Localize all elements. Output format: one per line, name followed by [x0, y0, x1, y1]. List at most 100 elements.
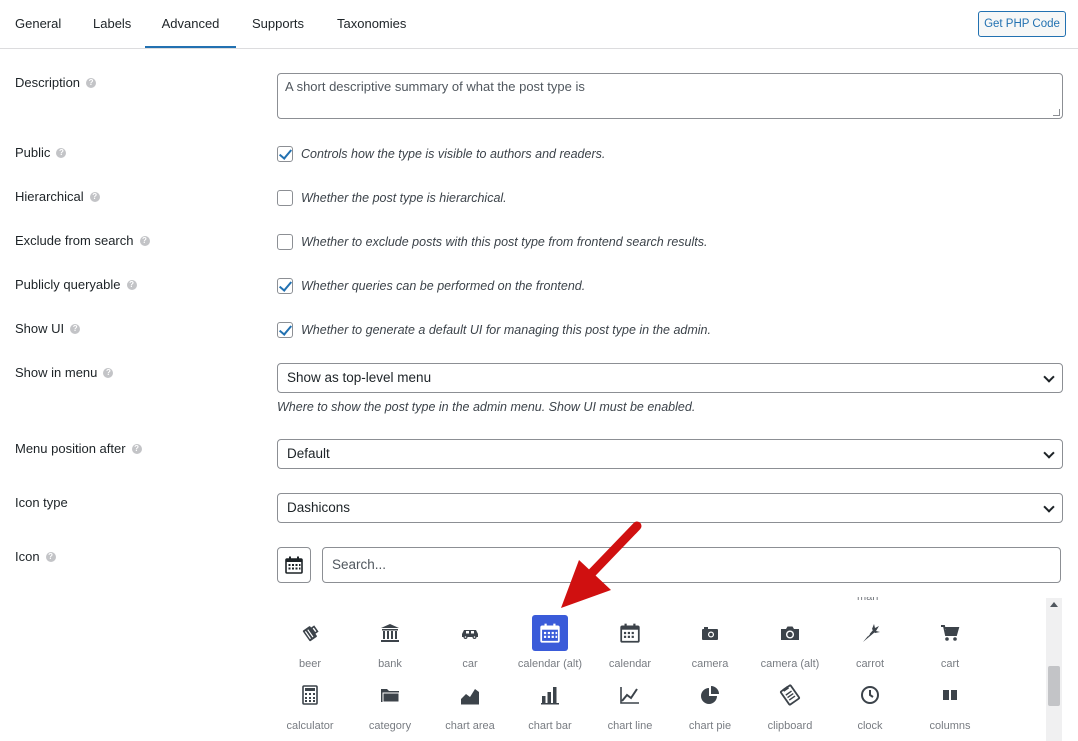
- description-value: A short descriptive summary of what the …: [285, 79, 585, 94]
- publicly-queryable-label-text: Publicly queryable: [15, 277, 121, 292]
- description-label-text: Description: [15, 75, 81, 90]
- tab-bar: General Labels Advanced Supports Taxonom…: [0, 0, 1078, 49]
- icon-option-clock[interactable]: clock: [830, 677, 910, 732]
- icon-option-beer[interactable]: beer: [277, 615, 350, 670]
- show-in-menu-value: Show as top-level menu: [287, 370, 432, 385]
- show-ui-label: Show UI ?: [15, 321, 81, 336]
- icon-option-category[interactable]: category: [350, 677, 430, 732]
- icon-option-name: chart area: [445, 720, 495, 732]
- icon-type-select[interactable]: Dashicons: [277, 493, 1063, 523]
- description-label: Description ?: [15, 75, 97, 90]
- icon-option-calculator[interactable]: calculator: [277, 677, 350, 732]
- help-icon[interactable]: ?: [89, 191, 100, 202]
- icon-search-input[interactable]: Search...: [322, 547, 1061, 583]
- chart-line-icon: [612, 677, 648, 713]
- icon-grid-scrollbar[interactable]: [1046, 598, 1062, 741]
- public-checkbox[interactable]: [277, 146, 293, 162]
- icon-grid: man beer bank car calendar (alt) calenda…: [277, 597, 1063, 741]
- calendar-icon: [612, 615, 648, 651]
- show-ui-checkbox[interactable]: [277, 322, 293, 338]
- publicly-queryable-row: Whether queries can be performed on the …: [277, 278, 585, 294]
- icon-option-name: camera (alt): [760, 658, 820, 670]
- publicly-queryable-label: Publicly queryable ?: [15, 277, 137, 292]
- help-icon[interactable]: ?: [56, 147, 67, 158]
- show-ui-desc: Whether to generate a default UI for man…: [301, 323, 711, 337]
- icon-option-chart-area[interactable]: chart area: [430, 677, 510, 732]
- exclude-search-row: Whether to exclude posts with this post …: [277, 234, 707, 250]
- resize-handle-icon[interactable]: [1053, 109, 1060, 116]
- icon-option-chart-bar[interactable]: chart bar: [510, 677, 590, 732]
- menu-position-label: Menu position after ?: [15, 441, 142, 456]
- hierarchical-checkbox[interactable]: [277, 190, 293, 206]
- scrollbar-thumb[interactable]: [1048, 666, 1060, 706]
- help-icon[interactable]: ?: [45, 551, 56, 562]
- icon-option-name: calendar: [608, 658, 652, 670]
- icon-label: Icon ?: [15, 549, 56, 564]
- help-icon[interactable]: ?: [139, 235, 150, 246]
- public-desc: Controls how the type is visible to auth…: [301, 147, 606, 161]
- hierarchical-desc: Whether the post type is hierarchical.: [301, 191, 507, 205]
- show-in-menu-desc: Where to show the post type in the admin…: [277, 400, 696, 414]
- calendar-alt-icon: [532, 615, 568, 651]
- show-in-menu-label-text: Show in menu: [15, 365, 98, 380]
- icon-option-bank[interactable]: bank: [350, 615, 430, 670]
- hierarchical-row: Whether the post type is hierarchical.: [277, 190, 507, 206]
- icon-option-name: category: [368, 720, 412, 732]
- icon-type-label-text: Icon type: [15, 495, 68, 510]
- exclude-search-checkbox[interactable]: [277, 234, 293, 250]
- category-icon: [372, 677, 408, 713]
- tab-advanced[interactable]: Advanced: [145, 0, 236, 48]
- get-php-code-button[interactable]: Get PHP Code: [978, 11, 1066, 37]
- chevron-down-icon: [1043, 501, 1055, 513]
- scroll-up-icon[interactable]: [1050, 602, 1058, 607]
- icon-option-name: camera: [691, 658, 729, 670]
- help-icon[interactable]: ?: [103, 367, 114, 378]
- show-ui-row: Whether to generate a default UI for man…: [277, 322, 711, 338]
- icon-option-name: car: [462, 658, 478, 670]
- description-textarea[interactable]: A short descriptive summary of what the …: [277, 73, 1063, 119]
- publicly-queryable-desc: Whether queries can be performed on the …: [301, 279, 586, 293]
- tab-taxonomies[interactable]: Taxonomies: [337, 0, 406, 48]
- cutoff-label: man: [857, 597, 879, 603]
- clock-icon: [852, 677, 888, 713]
- cart-icon: [932, 615, 968, 651]
- icon-option-cart[interactable]: cart: [910, 615, 990, 670]
- chart-pie-icon: [692, 677, 728, 713]
- icon-option-camera[interactable]: camera: [670, 615, 750, 670]
- icon-option-name: calculator: [286, 720, 334, 732]
- icon-option-name: clipboard: [767, 720, 813, 732]
- icon-option-calendar-alt[interactable]: calendar (alt): [510, 615, 590, 670]
- help-icon[interactable]: ?: [131, 443, 142, 454]
- chevron-down-icon: [1043, 447, 1055, 459]
- icon-option-chart-line[interactable]: chart line: [590, 677, 670, 732]
- camera-alt-icon: [772, 615, 808, 651]
- show-ui-label-text: Show UI: [15, 321, 65, 336]
- show-in-menu-select[interactable]: Show as top-level menu: [277, 363, 1063, 393]
- icon-preview-button[interactable]: [277, 547, 311, 583]
- columns-icon: [932, 677, 968, 713]
- icon-option-name: chart bar: [528, 720, 572, 732]
- help-icon[interactable]: ?: [86, 77, 97, 88]
- icon-option-chart-pie[interactable]: chart pie: [670, 677, 750, 732]
- icon-option-clipboard[interactable]: clipboard: [750, 677, 830, 732]
- calculator-icon: [292, 677, 328, 713]
- carrot-icon: [852, 615, 888, 651]
- help-icon[interactable]: ?: [126, 279, 137, 290]
- icon-option-name: carrot: [855, 658, 885, 670]
- bank-icon: [372, 615, 408, 651]
- icon-option-carrot[interactable]: carrot: [830, 615, 910, 670]
- exclude-search-label-text: Exclude from search: [15, 233, 134, 248]
- tab-labels[interactable]: Labels: [93, 0, 131, 48]
- icon-option-camera-alt[interactable]: camera (alt): [750, 615, 830, 670]
- icon-option-name: beer: [298, 658, 322, 670]
- exclude-search-label: Exclude from search ?: [15, 233, 150, 248]
- tab-supports[interactable]: Supports: [252, 0, 304, 48]
- help-icon[interactable]: ?: [70, 323, 81, 334]
- publicly-queryable-checkbox[interactable]: [277, 278, 293, 294]
- icon-option-columns[interactable]: columns: [910, 677, 990, 732]
- tab-general[interactable]: General: [15, 0, 61, 48]
- icon-option-calendar[interactable]: calendar: [590, 615, 670, 670]
- menu-position-select[interactable]: Default: [277, 439, 1063, 469]
- camera-icon: [692, 615, 728, 651]
- icon-option-car[interactable]: car: [430, 615, 510, 670]
